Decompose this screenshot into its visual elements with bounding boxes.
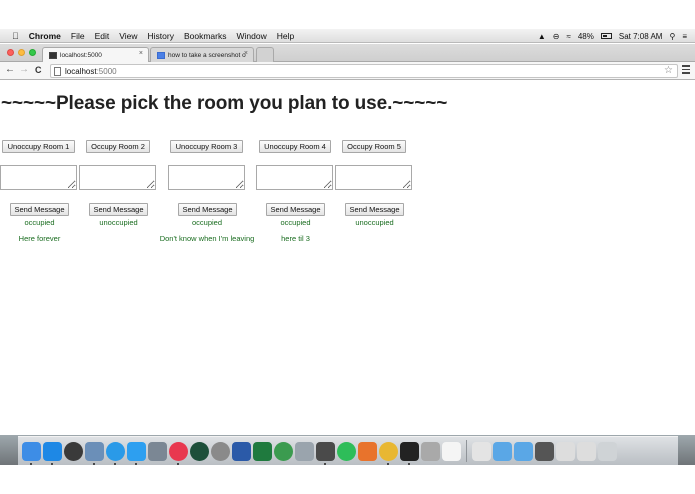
room-3-message-input[interactable] (168, 165, 245, 190)
menu-help[interactable]: Help (277, 31, 294, 41)
below-dock-area (0, 465, 695, 494)
tab-title: localhost:5000 (60, 51, 102, 59)
page-title: ~~~~~Please pick the room you plan to us… (1, 93, 448, 114)
menu-bookmarks[interactable]: Bookmarks (184, 31, 227, 41)
reload-button[interactable]: C (35, 65, 42, 75)
new-tab-button[interactable] (256, 47, 274, 62)
safari-icon[interactable] (106, 441, 125, 465)
room-5-send-message-button[interactable]: Send Message (345, 203, 404, 216)
unoccupy-room-4-button[interactable]: Unoccupy Room 4 (259, 140, 331, 153)
tab-strip: localhost:5000 × how to take a screensho… (0, 44, 695, 62)
clock[interactable]: Sat 7:08 AM (619, 32, 663, 41)
notification-icon[interactable]: ▲ (538, 32, 546, 41)
time-machine-icon[interactable] (190, 441, 209, 461)
dashboard-icon[interactable] (64, 441, 83, 461)
room-4-send-message-button[interactable]: Send Message (266, 203, 325, 216)
excel-icon[interactable] (253, 441, 272, 461)
bookmark-star-icon[interactable]: ☆ (664, 65, 673, 76)
room-1-message: Here forever (18, 234, 61, 243)
browser-toolbar: ← → C localhost:5000 ☆ (0, 62, 695, 80)
room-3-status: occupied (191, 218, 223, 227)
terminal-favicon-icon (49, 51, 57, 59)
room-4-message-input[interactable] (256, 165, 333, 190)
room-2-status: unoccupied (99, 218, 138, 227)
trash-icon[interactable] (598, 441, 617, 461)
minimized-window-icon[interactable] (535, 441, 554, 461)
occupy-room-2-button[interactable]: Occupy Room 2 (86, 140, 150, 153)
menu-app-name[interactable]: Chrome (29, 31, 61, 41)
word-icon[interactable] (232, 441, 251, 461)
sublime-icon[interactable] (316, 441, 335, 465)
zoom-window-button[interactable] (29, 49, 36, 56)
spotlight-icon[interactable]: ⚲ (669, 32, 675, 41)
tab-google-search[interactable]: how to take a screenshot o × (150, 47, 254, 62)
dock-separator (466, 440, 467, 462)
photo-browser-icon[interactable] (148, 441, 167, 461)
script-editor-icon[interactable] (421, 441, 440, 461)
occupy-room-5-button[interactable]: Occupy Room 5 (342, 140, 406, 153)
unoccupy-room-1-button[interactable]: Unoccupy Room 1 (2, 140, 75, 153)
menu-edit[interactable]: Edit (95, 31, 110, 41)
downloads-folder-icon[interactable] (514, 441, 533, 461)
minimized-window-icon-2[interactable] (556, 441, 575, 461)
menu-window[interactable]: Window (236, 31, 266, 41)
messages-icon[interactable] (127, 441, 146, 465)
url-host: localhost (65, 66, 97, 76)
room-3-message: Don't know when I'm leaving (159, 234, 255, 243)
preview-icon[interactable] (85, 441, 104, 465)
room-1-status: occupied (24, 218, 55, 227)
page-icon (54, 66, 61, 76)
tab-close-icon[interactable]: × (139, 50, 143, 57)
folder-icon[interactable] (493, 441, 512, 461)
itunes-icon[interactable] (169, 441, 188, 465)
tab-close-icon[interactable]: × (244, 50, 248, 57)
back-button[interactable]: ← (5, 64, 15, 75)
document-icon[interactable] (442, 441, 461, 461)
spotify-icon[interactable] (337, 441, 356, 461)
finder-icon[interactable] (22, 441, 41, 465)
battery-icon[interactable] (600, 33, 612, 39)
notification-center-icon[interactable]: ≡ (682, 32, 687, 41)
tab-title: how to take a screenshot o (168, 51, 246, 59)
room-4-status: occupied (280, 218, 311, 227)
wifi-icon[interactable]: ≈ (566, 32, 570, 41)
image-capture-icon[interactable] (295, 441, 314, 461)
apple-menu-icon[interactable]:  (12, 31, 19, 41)
close-window-button[interactable] (7, 49, 14, 56)
tab-localhost[interactable]: localhost:5000 × (42, 47, 149, 62)
app-store-icon[interactable] (43, 441, 62, 465)
room-1-send-message-button[interactable]: Send Message (10, 203, 69, 216)
menu-history[interactable]: History (148, 31, 174, 41)
room-5-status: unoccupied (355, 218, 394, 227)
minimized-window-icon-3[interactable] (577, 441, 596, 461)
room-3-send-message-button[interactable]: Send Message (178, 203, 237, 216)
room-5-message-input[interactable] (335, 165, 412, 190)
terminal-icon[interactable] (400, 441, 419, 465)
globe-icon[interactable] (274, 441, 293, 461)
chrome-icon[interactable] (379, 441, 398, 465)
status-area: ▲ ⊖ ≈ 48% Sat 7:08 AM ⚲ ≡ (538, 29, 687, 43)
dock (18, 436, 678, 465)
firefox-icon[interactable] (358, 441, 377, 461)
battery-percent: 48% (577, 31, 594, 41)
minimize-window-button[interactable] (18, 49, 25, 56)
menu-bar:  Chrome File Edit View History Bookmark… (0, 29, 695, 43)
page-content: ~~~~~Please pick the room you plan to us… (0, 81, 695, 435)
system-preferences-icon[interactable] (211, 441, 230, 461)
unoccupy-room-3-button[interactable]: Unoccupy Room 3 (170, 140, 243, 153)
room-2-send-message-button[interactable]: Send Message (89, 203, 148, 216)
url-port: :5000 (96, 66, 117, 76)
applications-folder-icon[interactable] (472, 441, 491, 461)
room-2-message-input[interactable] (79, 165, 156, 190)
room-4-message: here til 3 (281, 234, 310, 243)
room-1-message-input[interactable] (0, 165, 77, 190)
screen:  Chrome File Edit View History Bookmark… (0, 0, 695, 494)
menu-file[interactable]: File (71, 31, 85, 41)
sync-icon[interactable]: ⊖ (553, 32, 560, 41)
forward-button[interactable]: → (19, 64, 29, 75)
google-favicon-icon (157, 51, 165, 59)
chrome-menu-icon[interactable] (682, 65, 690, 74)
address-bar[interactable]: localhost:5000 ☆ (50, 64, 678, 78)
menu-view[interactable]: View (119, 31, 137, 41)
